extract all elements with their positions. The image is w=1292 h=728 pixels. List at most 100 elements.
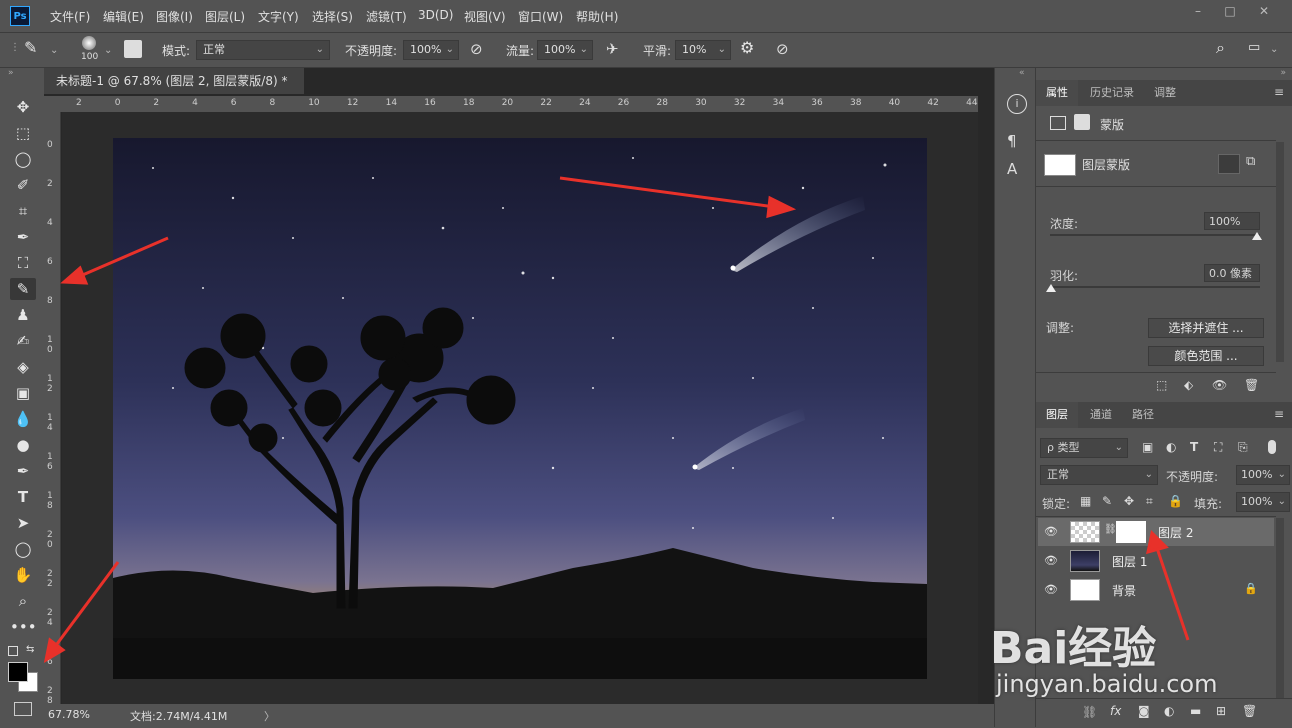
ellipse-tool-icon[interactable]: ◯ bbox=[10, 538, 36, 560]
eyedropper-tool-icon[interactable]: ✒ bbox=[10, 226, 36, 248]
pen-tool-icon[interactable]: ✒ bbox=[10, 460, 36, 482]
status-menu-arrow[interactable]: 〉 bbox=[264, 708, 275, 724]
layer-opacity-input[interactable]: 100% ⌄ bbox=[1236, 465, 1290, 485]
lock-position-icon[interactable]: ✥ bbox=[1124, 494, 1134, 508]
foreground-color-swatch[interactable] bbox=[8, 662, 28, 682]
move-tool-icon[interactable]: ✥ bbox=[10, 96, 36, 118]
link-layers-icon[interactable]: ⛓ bbox=[1082, 705, 1097, 719]
tab-adjustments[interactable]: 调整 bbox=[1144, 80, 1186, 106]
layer-name[interactable]: 图层 2 bbox=[1158, 524, 1193, 541]
menu-file[interactable]: 文件(F) bbox=[50, 8, 90, 25]
flow-input[interactable]: 100% ⌄ bbox=[537, 40, 593, 60]
type-tool-icon[interactable]: T bbox=[10, 486, 36, 508]
menu-edit[interactable]: 编辑(E) bbox=[103, 8, 144, 25]
close-window-button[interactable]: ✕ bbox=[1250, 4, 1278, 20]
filter-shape-icon[interactable]: ⛶ bbox=[1214, 440, 1222, 455]
tab-properties[interactable]: 属性 bbox=[1036, 80, 1078, 106]
filter-toggle[interactable] bbox=[1268, 440, 1276, 454]
blur-tool-icon[interactable]: 💧 bbox=[10, 408, 36, 430]
density-slider[interactable] bbox=[1050, 234, 1260, 236]
layer-row-background[interactable]: 👁 背景 🔒 bbox=[1038, 576, 1274, 604]
layer-name[interactable]: 图层 1 bbox=[1112, 553, 1147, 570]
select-vector-mask-icon[interactable]: ⧉ bbox=[1246, 154, 1255, 169]
marquee-tool-icon[interactable]: ⬚ bbox=[10, 122, 36, 144]
zoom-level[interactable]: 67.78% bbox=[48, 708, 90, 721]
layer-filter-select[interactable]: ρ 类型 ⌄ bbox=[1040, 438, 1128, 458]
collapse-icon[interactable]: » bbox=[1280, 68, 1286, 78]
chevron-down-icon[interactable]: ⌄ bbox=[50, 45, 58, 56]
smoothing-input[interactable]: 10% ⌄ bbox=[675, 40, 731, 60]
menu-image[interactable]: 图像(I) bbox=[156, 8, 193, 25]
document-tab[interactable]: 未标题-1 @ 67.8% (图层 2, 图层蒙版/8) * × bbox=[44, 68, 304, 114]
lock-all-icon[interactable]: 🔒 bbox=[1168, 494, 1183, 508]
tab-history[interactable]: 历史记录 bbox=[1080, 80, 1144, 106]
info-icon[interactable]: i bbox=[1007, 94, 1027, 114]
eye-icon[interactable]: 👁 bbox=[1044, 554, 1058, 568]
quick-mask-icon[interactable] bbox=[14, 702, 32, 716]
filter-type-icon[interactable]: T bbox=[1190, 440, 1198, 454]
brush-tool-icon[interactable]: ✎ bbox=[10, 278, 36, 300]
pressure-size-icon[interactable]: ⊘ bbox=[776, 40, 789, 58]
filter-adjustment-icon[interactable]: ◐ bbox=[1166, 440, 1176, 454]
menu-window[interactable]: 窗口(W) bbox=[518, 8, 563, 25]
swap-colors-icon[interactable]: ⇆ bbox=[26, 644, 34, 655]
brush-preview-icon[interactable] bbox=[82, 36, 96, 50]
menu-help[interactable]: 帮助(H) bbox=[576, 8, 618, 25]
opacity-input[interactable]: 100% ⌄ bbox=[403, 40, 459, 60]
layer-name[interactable]: 背景 bbox=[1112, 582, 1136, 599]
properties-scrollbar[interactable] bbox=[1276, 142, 1284, 362]
pixel-mask-icon[interactable] bbox=[1050, 116, 1066, 130]
menu-3d[interactable]: 3D(D) bbox=[418, 8, 453, 22]
apply-mask-icon[interactable]: ⬖ bbox=[1184, 378, 1193, 392]
feather-slider[interactable] bbox=[1050, 286, 1260, 288]
gradient-tool-icon[interactable]: ▣ bbox=[10, 382, 36, 404]
layer-thumbnail[interactable] bbox=[1070, 521, 1100, 543]
select-pixel-mask-button[interactable] bbox=[1218, 154, 1240, 174]
tab-channels[interactable]: 通道 bbox=[1080, 402, 1122, 428]
glyph-panel-icon[interactable]: ¶ bbox=[1007, 132, 1017, 150]
filter-pixel-icon[interactable]: ▣ bbox=[1142, 440, 1153, 454]
layer-mask-thumbnail[interactable] bbox=[1116, 521, 1146, 543]
maximize-button[interactable]: □ bbox=[1216, 4, 1244, 20]
layer-thumbnail[interactable] bbox=[1070, 579, 1100, 601]
zoom-tool-icon[interactable]: ⌕ bbox=[10, 590, 36, 612]
link-icon[interactable]: ⛓ bbox=[1104, 524, 1117, 535]
menu-view[interactable]: 视图(V) bbox=[464, 8, 506, 25]
trash-icon[interactable]: 🗑 bbox=[1242, 704, 1257, 718]
lock-artboard-icon[interactable]: ⌗ bbox=[1146, 494, 1153, 509]
search-icon[interactable]: ⌕ bbox=[1216, 38, 1225, 58]
lock-pixels-icon[interactable]: ✎ bbox=[1102, 494, 1112, 508]
new-layer-icon[interactable]: ⊞ bbox=[1216, 704, 1226, 718]
adjustment-layer-icon[interactable]: ◐ bbox=[1164, 704, 1174, 718]
layers-scrollbar[interactable] bbox=[1276, 518, 1284, 698]
eye-icon[interactable]: 👁 bbox=[1044, 583, 1058, 597]
select-and-mask-button[interactable]: 选择并遮住 ... bbox=[1148, 318, 1264, 338]
load-selection-icon[interactable]: ⬚ bbox=[1156, 378, 1167, 392]
eraser-tool-icon[interactable]: ◈ bbox=[10, 356, 36, 378]
menu-layer[interactable]: 图层(L) bbox=[205, 8, 245, 25]
brush-tool-icon[interactable]: ✎ bbox=[24, 38, 37, 57]
stamp-tool-icon[interactable]: ♟ bbox=[10, 304, 36, 326]
airbrush-icon[interactable]: ✈ bbox=[606, 40, 619, 58]
more-tools-icon[interactable]: ••• bbox=[10, 616, 37, 638]
folder-icon[interactable]: ▬ bbox=[1190, 704, 1201, 718]
path-select-tool-icon[interactable]: ➤ bbox=[10, 512, 36, 534]
menu-type[interactable]: 文字(Y) bbox=[258, 8, 299, 25]
history-brush-tool-icon[interactable]: ✍ bbox=[10, 330, 36, 352]
blend-mode-select[interactable]: 正常 ⌄ bbox=[1040, 465, 1158, 485]
lock-transparent-icon[interactable]: ▦ bbox=[1080, 494, 1091, 508]
filter-smart-object-icon[interactable]: ⎘ bbox=[1238, 440, 1248, 455]
hand-tool-icon[interactable]: ✋ bbox=[10, 564, 36, 586]
layer-row-layer-1[interactable]: 👁 图层 1 bbox=[1038, 547, 1274, 575]
brush-panel-icon[interactable] bbox=[124, 40, 142, 58]
collapse-icon[interactable]: » bbox=[8, 68, 14, 78]
feather-input[interactable]: 0.0 像素 bbox=[1204, 264, 1260, 282]
healing-tool-icon[interactable]: ⛶ bbox=[10, 252, 36, 274]
panel-menu-icon[interactable]: ≡ bbox=[1274, 85, 1284, 99]
feather-slider-thumb[interactable] bbox=[1046, 284, 1056, 292]
minimize-button[interactable]: – bbox=[1184, 4, 1212, 20]
eye-icon[interactable]: 👁 bbox=[1044, 525, 1058, 539]
eye-icon[interactable]: 👁 bbox=[1212, 378, 1227, 392]
gear-icon[interactable]: ⚙ bbox=[740, 38, 754, 57]
menu-select[interactable]: 选择(S) bbox=[312, 8, 353, 25]
